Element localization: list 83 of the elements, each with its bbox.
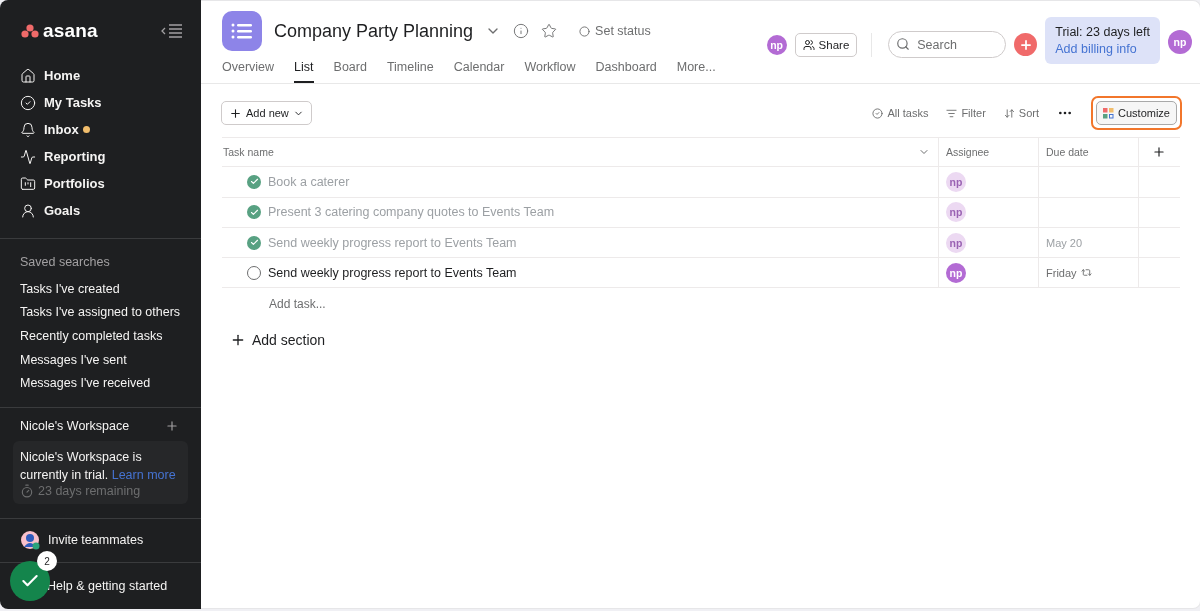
filter-button[interactable]: Filter	[946, 107, 986, 119]
saved-search-link[interactable]: Tasks I've assigned to others	[0, 300, 201, 325]
saved-search-link[interactable]: Recently completed tasks	[0, 324, 201, 348]
nav-icon	[20, 121, 36, 138]
count-badge: 2	[37, 551, 57, 571]
view-tab[interactable]: Workflow	[524, 59, 576, 83]
assignee-avatar[interactable]: np	[946, 202, 966, 223]
saved-search-link[interactable]: Messages I've sent	[0, 347, 201, 372]
logo[interactable]: asana	[21, 20, 98, 42]
view-tab[interactable]: More...	[676, 59, 716, 83]
nav-icon	[20, 202, 36, 219]
nav-item[interactable]: Portfolios	[0, 170, 201, 197]
plus-icon	[1018, 37, 1033, 52]
saved-search-link[interactable]: Tasks I've created	[0, 277, 201, 301]
section-title: Saved searches	[19, 255, 111, 271]
assignee-avatar[interactable]: np	[946, 262, 966, 283]
view-tab[interactable]: Dashboard	[595, 59, 657, 83]
nav-icon	[20, 94, 36, 111]
trial-text: Nicole's Workspace is currently in trial. Learn more	[20, 448, 177, 484]
collapse-sidebar-icon[interactable]	[161, 24, 183, 38]
grid-icon	[1103, 107, 1115, 119]
nav-item[interactable]: Reporting	[0, 143, 201, 170]
workspace-name[interactable]: Nicole's Workspace	[20, 418, 130, 433]
plus-icon	[229, 106, 242, 120]
add-icon[interactable]	[165, 418, 179, 433]
add-task-link[interactable]: Add task...	[222, 288, 1180, 319]
task-name[interactable]: Send weekly progress report to Events Team	[268, 265, 517, 280]
nav-item[interactable]: Inbox	[0, 116, 201, 143]
invite-avatar-icon	[20, 530, 40, 551]
nav-item[interactable]: Goals	[0, 197, 201, 224]
view-tab[interactable]: Calendar	[453, 59, 505, 83]
add-section-button[interactable]: Add section	[222, 318, 1180, 349]
status-circle-icon	[579, 25, 591, 37]
sort-button[interactable]: Sort	[1003, 107, 1040, 119]
info-icon[interactable]	[513, 23, 530, 39]
people-icon	[802, 38, 815, 51]
set-status-button[interactable]: Set status	[579, 24, 651, 38]
add-button[interactable]	[1014, 33, 1038, 56]
filter-icon	[946, 107, 958, 119]
share-button[interactable]: Share	[794, 32, 858, 57]
add-new-button[interactable]: Add new	[221, 101, 312, 125]
column-header[interactable]: Task name	[222, 138, 938, 167]
days-remaining: 23 days remaining	[38, 483, 141, 498]
trial-days-left: Trial: 23 days left	[1055, 25, 1150, 39]
nav-icon	[20, 67, 36, 84]
sort-icon	[1003, 107, 1015, 119]
star-icon[interactable]	[541, 23, 558, 39]
view-tab[interactable]: Timeline	[386, 59, 434, 83]
complete-checkbox[interactable]	[247, 205, 261, 220]
user-avatar[interactable]: np	[1168, 30, 1192, 54]
timer-icon	[20, 483, 34, 498]
due-date[interactable]: May 20	[1046, 236, 1083, 249]
nav-icon	[20, 175, 36, 192]
customize-button[interactable]: Customize	[1096, 101, 1177, 125]
nav-item[interactable]: My Tasks	[0, 89, 201, 116]
member-avatar[interactable]: np	[766, 34, 787, 55]
search-icon	[896, 37, 911, 51]
view-tab[interactable]: Overview	[222, 59, 275, 83]
check-icon	[249, 207, 259, 217]
check-circle-icon	[872, 107, 884, 119]
set-status-label: Set status	[595, 24, 651, 38]
column-header[interactable]: Due date	[1038, 138, 1138, 167]
due-date[interactable]: Friday	[1046, 266, 1077, 279]
add-billing-link[interactable]: Add billing info	[1055, 42, 1150, 56]
dots-icon	[21, 24, 39, 38]
complete-checkbox[interactable]	[247, 235, 261, 250]
saved-search-link[interactable]: Messages I've received	[0, 371, 201, 395]
assignee-avatar[interactable]: np	[946, 171, 966, 192]
complete-checkbox[interactable]	[247, 174, 261, 189]
view-tab[interactable]: List	[294, 59, 314, 83]
check-icon	[249, 177, 259, 187]
column-header[interactable]: Assignee	[938, 138, 1038, 167]
view-tab[interactable]: Board	[333, 59, 367, 83]
all-tasks-button[interactable]: All tasks	[872, 107, 929, 119]
search-field[interactable]: Search	[888, 31, 1007, 58]
add-column-icon[interactable]	[1152, 145, 1166, 160]
list-icon	[231, 23, 253, 39]
assignee-avatar[interactable]: np	[946, 232, 966, 253]
nav-item[interactable]: Home	[0, 62, 201, 89]
check-icon	[249, 238, 259, 248]
learn-more-link[interactable]: Learn more	[111, 467, 176, 482]
nav-icon	[20, 148, 36, 165]
project-title: Company Party Planning	[274, 20, 474, 42]
